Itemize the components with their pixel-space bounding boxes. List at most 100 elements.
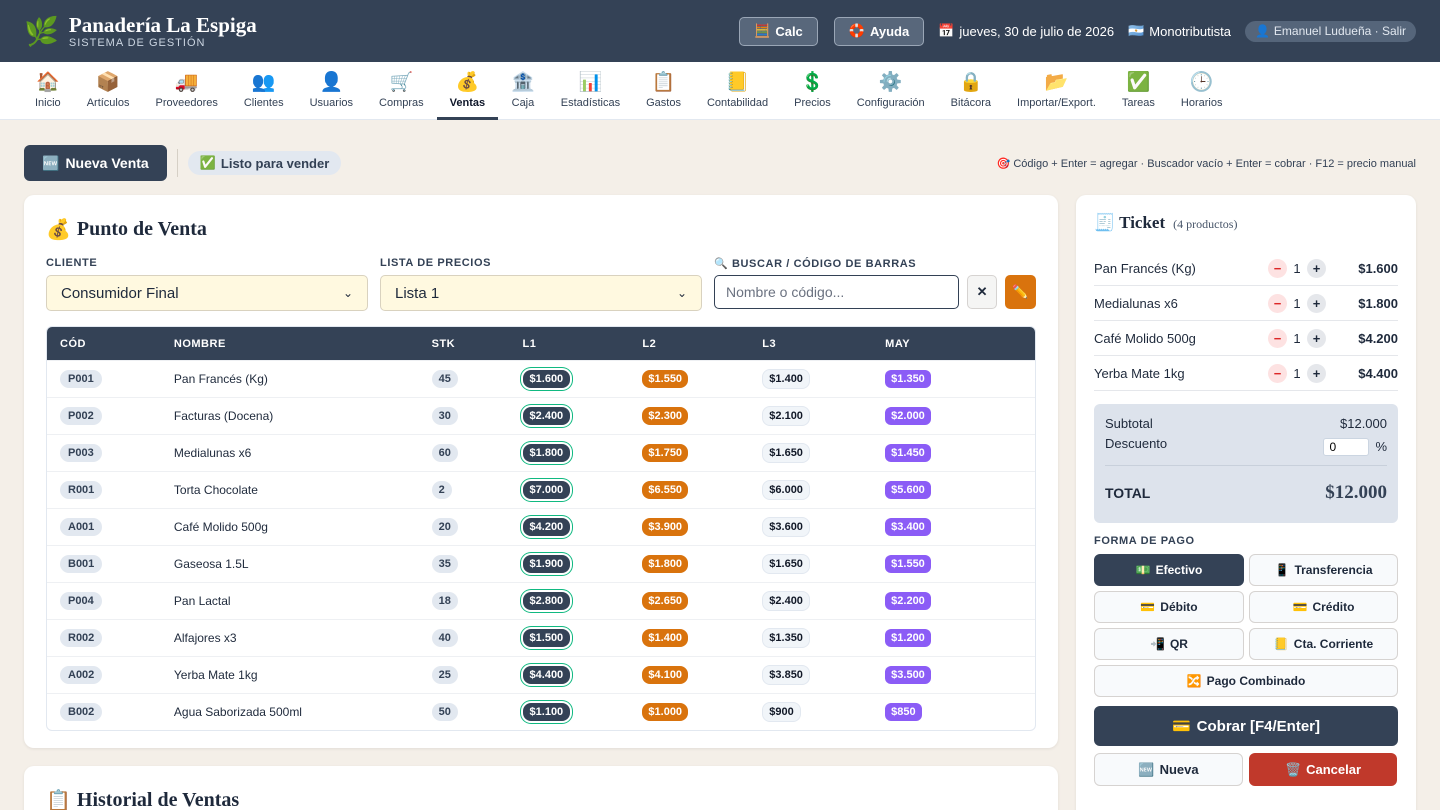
nav-item-importar-export[interactable]: 📂 Importar/Export.	[1004, 62, 1109, 119]
table-row[interactable]: P004 Pan Lactal 18 $2.800 $2.650 $2.400 $2.200	[47, 582, 1035, 619]
price-wholesale[interactable]: $3.500	[885, 666, 931, 684]
decrease-quantity-button[interactable]: −	[1268, 328, 1287, 348]
nav-item-tareas[interactable]: ✅ Tareas	[1109, 62, 1168, 119]
pricelist-select[interactable]: Lista 1 ⌄	[380, 275, 702, 311]
price-list-1[interactable]: $2.800	[522, 592, 571, 610]
price-list-3[interactable]: $6.000	[762, 480, 810, 500]
table-row[interactable]: A001 Café Molido 500g 20 $4.200 $3.900 $3.600…	[47, 508, 1035, 545]
nav-item-compras[interactable]: 🛒 Compras	[366, 62, 437, 119]
price-wholesale[interactable]: $5.600	[885, 481, 931, 499]
price-list-1[interactable]: $1.900	[522, 555, 571, 573]
nav-item-estadisticas[interactable]: 📊 Estadísticas	[548, 62, 633, 119]
product-code: B002	[60, 703, 103, 721]
nav-item-precios[interactable]: 💲 Precios	[781, 62, 844, 119]
price-list-2[interactable]: $1.800	[642, 555, 689, 573]
increase-quantity-button[interactable]: +	[1307, 328, 1326, 348]
price-list-3[interactable]: $2.100	[762, 406, 810, 426]
table-row[interactable]: P001 Pan Francés (Kg) 45 $1.600 $1.550 $1.400…	[47, 360, 1035, 397]
new-ticket-button[interactable]: 🆕 Nueva	[1094, 753, 1243, 786]
nav-item-gastos[interactable]: 📋 Gastos	[633, 62, 694, 119]
price-wholesale[interactable]: $850	[885, 703, 922, 721]
price-list-1[interactable]: $1.500	[522, 629, 571, 647]
price-list-3[interactable]: $900	[762, 702, 801, 722]
price-list-3[interactable]: $1.350	[762, 628, 810, 648]
price-list-1[interactable]: $1.800	[522, 444, 571, 462]
price-list-1[interactable]: $1.600	[522, 370, 571, 388]
price-list-1[interactable]: $4.200	[522, 518, 571, 536]
table-row[interactable]: B001 Gaseosa 1.5L 35 $1.900 $1.800 $1.650 $1.5…	[47, 545, 1035, 582]
nav-item-contabilidad[interactable]: 📒 Contabilidad	[694, 62, 781, 119]
price-list-2[interactable]: $1.000	[642, 703, 689, 721]
price-list-2[interactable]: $1.550	[642, 370, 689, 388]
discount-input[interactable]	[1323, 437, 1370, 456]
nav-item-configuracion[interactable]: ⚙️ Configuración	[844, 62, 938, 119]
price-wholesale[interactable]: $3.400	[885, 518, 931, 536]
nav-item-proveedores[interactable]: 🚚 Proveedores	[142, 62, 230, 119]
user-menu[interactable]: 👤 Emanuel Ludueña · Salir	[1244, 20, 1416, 42]
increase-quantity-button[interactable]: +	[1307, 363, 1326, 383]
price-list-2[interactable]: $3.900	[642, 518, 689, 536]
price-list-1[interactable]: $7.000	[522, 481, 571, 499]
payment-pago-combinado-button[interactable]: 🔀 Pago Combinado	[1094, 665, 1398, 697]
price-list-2[interactable]: $2.300	[642, 407, 689, 425]
payment-efectivo-button[interactable]: 💵 Efectivo	[1094, 554, 1244, 586]
table-row[interactable]: R002 Alfajores x3 40 $1.500 $1.400 $1.350 $1.2…	[47, 619, 1035, 656]
table-row[interactable]: R001 Torta Chocolate 2 $7.000 $6.550 $6.000 $5…	[47, 471, 1035, 508]
nav-item-ventas[interactable]: 💰 Ventas	[436, 62, 499, 120]
payment-qr-button[interactable]: 📲 QR	[1094, 628, 1244, 660]
price-wholesale[interactable]: $1.200	[885, 629, 931, 647]
new-sale-button[interactable]: 🆕 Nueva Venta	[24, 145, 167, 181]
price-list-3[interactable]: $1.650	[762, 443, 810, 463]
help-button[interactable]: 🛟 Ayuda	[833, 16, 925, 46]
price-list-2[interactable]: $4.100	[642, 666, 689, 684]
calc-button[interactable]: 🧮 Calc	[739, 16, 818, 46]
table-row[interactable]: P003 Medialunas x6 60 $1.800 $1.750 $1.650 $1.…	[47, 434, 1035, 471]
decrease-quantity-button[interactable]: −	[1268, 293, 1287, 313]
payment-transferencia-button[interactable]: 📱 Transferencia	[1249, 554, 1398, 586]
increase-quantity-button[interactable]: +	[1307, 258, 1326, 278]
decrease-quantity-button[interactable]: −	[1268, 363, 1287, 383]
pago-combinado-icon: 🔀	[1186, 674, 1202, 688]
cancel-button[interactable]: 🗑️ Cancelar	[1249, 753, 1397, 786]
nav-item-horarios[interactable]: 🕒 Horarios	[1168, 62, 1236, 119]
price-wholesale[interactable]: $1.450	[885, 444, 931, 462]
price-wholesale[interactable]: $1.350	[885, 370, 931, 388]
charge-button[interactable]: 💳 Cobrar [F4/Enter]	[1094, 706, 1398, 746]
price-wholesale[interactable]: $2.200	[885, 592, 931, 610]
price-list-2[interactable]: $6.550	[642, 481, 689, 499]
price-list-3[interactable]: $3.600	[762, 517, 810, 537]
price-list-3[interactable]: $1.650	[762, 554, 810, 574]
nav-item-inicio[interactable]: 🏠 Inicio	[22, 62, 74, 119]
increase-quantity-button[interactable]: +	[1307, 293, 1326, 313]
payment-debito-button[interactable]: 💳 Débito	[1094, 591, 1244, 623]
nav-item-articulos[interactable]: 📦 Artículos	[74, 62, 143, 119]
table-row[interactable]: B002 Agua Saborizada 500ml 50 $1.100 $1.000 $…	[47, 693, 1035, 730]
client-select[interactable]: Consumidor Final ⌄	[46, 275, 368, 311]
price-list-1[interactable]: $4.400	[522, 666, 571, 684]
price-list-1[interactable]: $1.100	[522, 703, 571, 721]
price-list-3[interactable]: $3.850	[762, 665, 810, 685]
price-list-3[interactable]: $1.400	[762, 369, 810, 389]
clear-search-button[interactable]: ✕	[967, 275, 997, 309]
table-row[interactable]: P002 Facturas (Docena) 30 $2.400 $2.300 $2.10…	[47, 397, 1035, 434]
decrease-quantity-button[interactable]: −	[1268, 258, 1287, 278]
manual-price-button[interactable]: ✏️	[1004, 275, 1036, 309]
price-list-1[interactable]: $2.400	[522, 407, 571, 425]
price-list-2[interactable]: $1.750	[642, 444, 689, 462]
search-input[interactable]	[714, 275, 960, 309]
payment-cta-corriente-button[interactable]: 📒 Cta. Corriente	[1249, 628, 1398, 660]
price-list-2[interactable]: $2.650	[642, 592, 689, 610]
price-wholesale[interactable]: $2.000	[885, 407, 931, 425]
payment-credito-button[interactable]: 💳 Crédito	[1249, 591, 1398, 623]
price-list-3[interactable]: $2.400	[762, 591, 810, 611]
product-name: Pan Francés (Kg)	[173, 372, 268, 386]
price-wholesale[interactable]: $1.550	[885, 555, 931, 573]
table-row[interactable]: A002 Yerba Mate 1kg 25 $4.400 $4.100 $3.850 $3…	[47, 656, 1035, 693]
nav-item-clientes[interactable]: 👥 Clientes	[231, 62, 297, 119]
payment-label: Crédito	[1312, 600, 1355, 614]
caja-icon: 🏦	[511, 71, 535, 93]
nav-item-caja[interactable]: 🏦 Caja	[498, 62, 548, 119]
price-list-2[interactable]: $1.400	[642, 629, 689, 647]
nav-item-bitacora[interactable]: 🔒 Bitácora	[938, 62, 1004, 119]
nav-item-usuarios[interactable]: 👤 Usuarios	[297, 62, 366, 119]
